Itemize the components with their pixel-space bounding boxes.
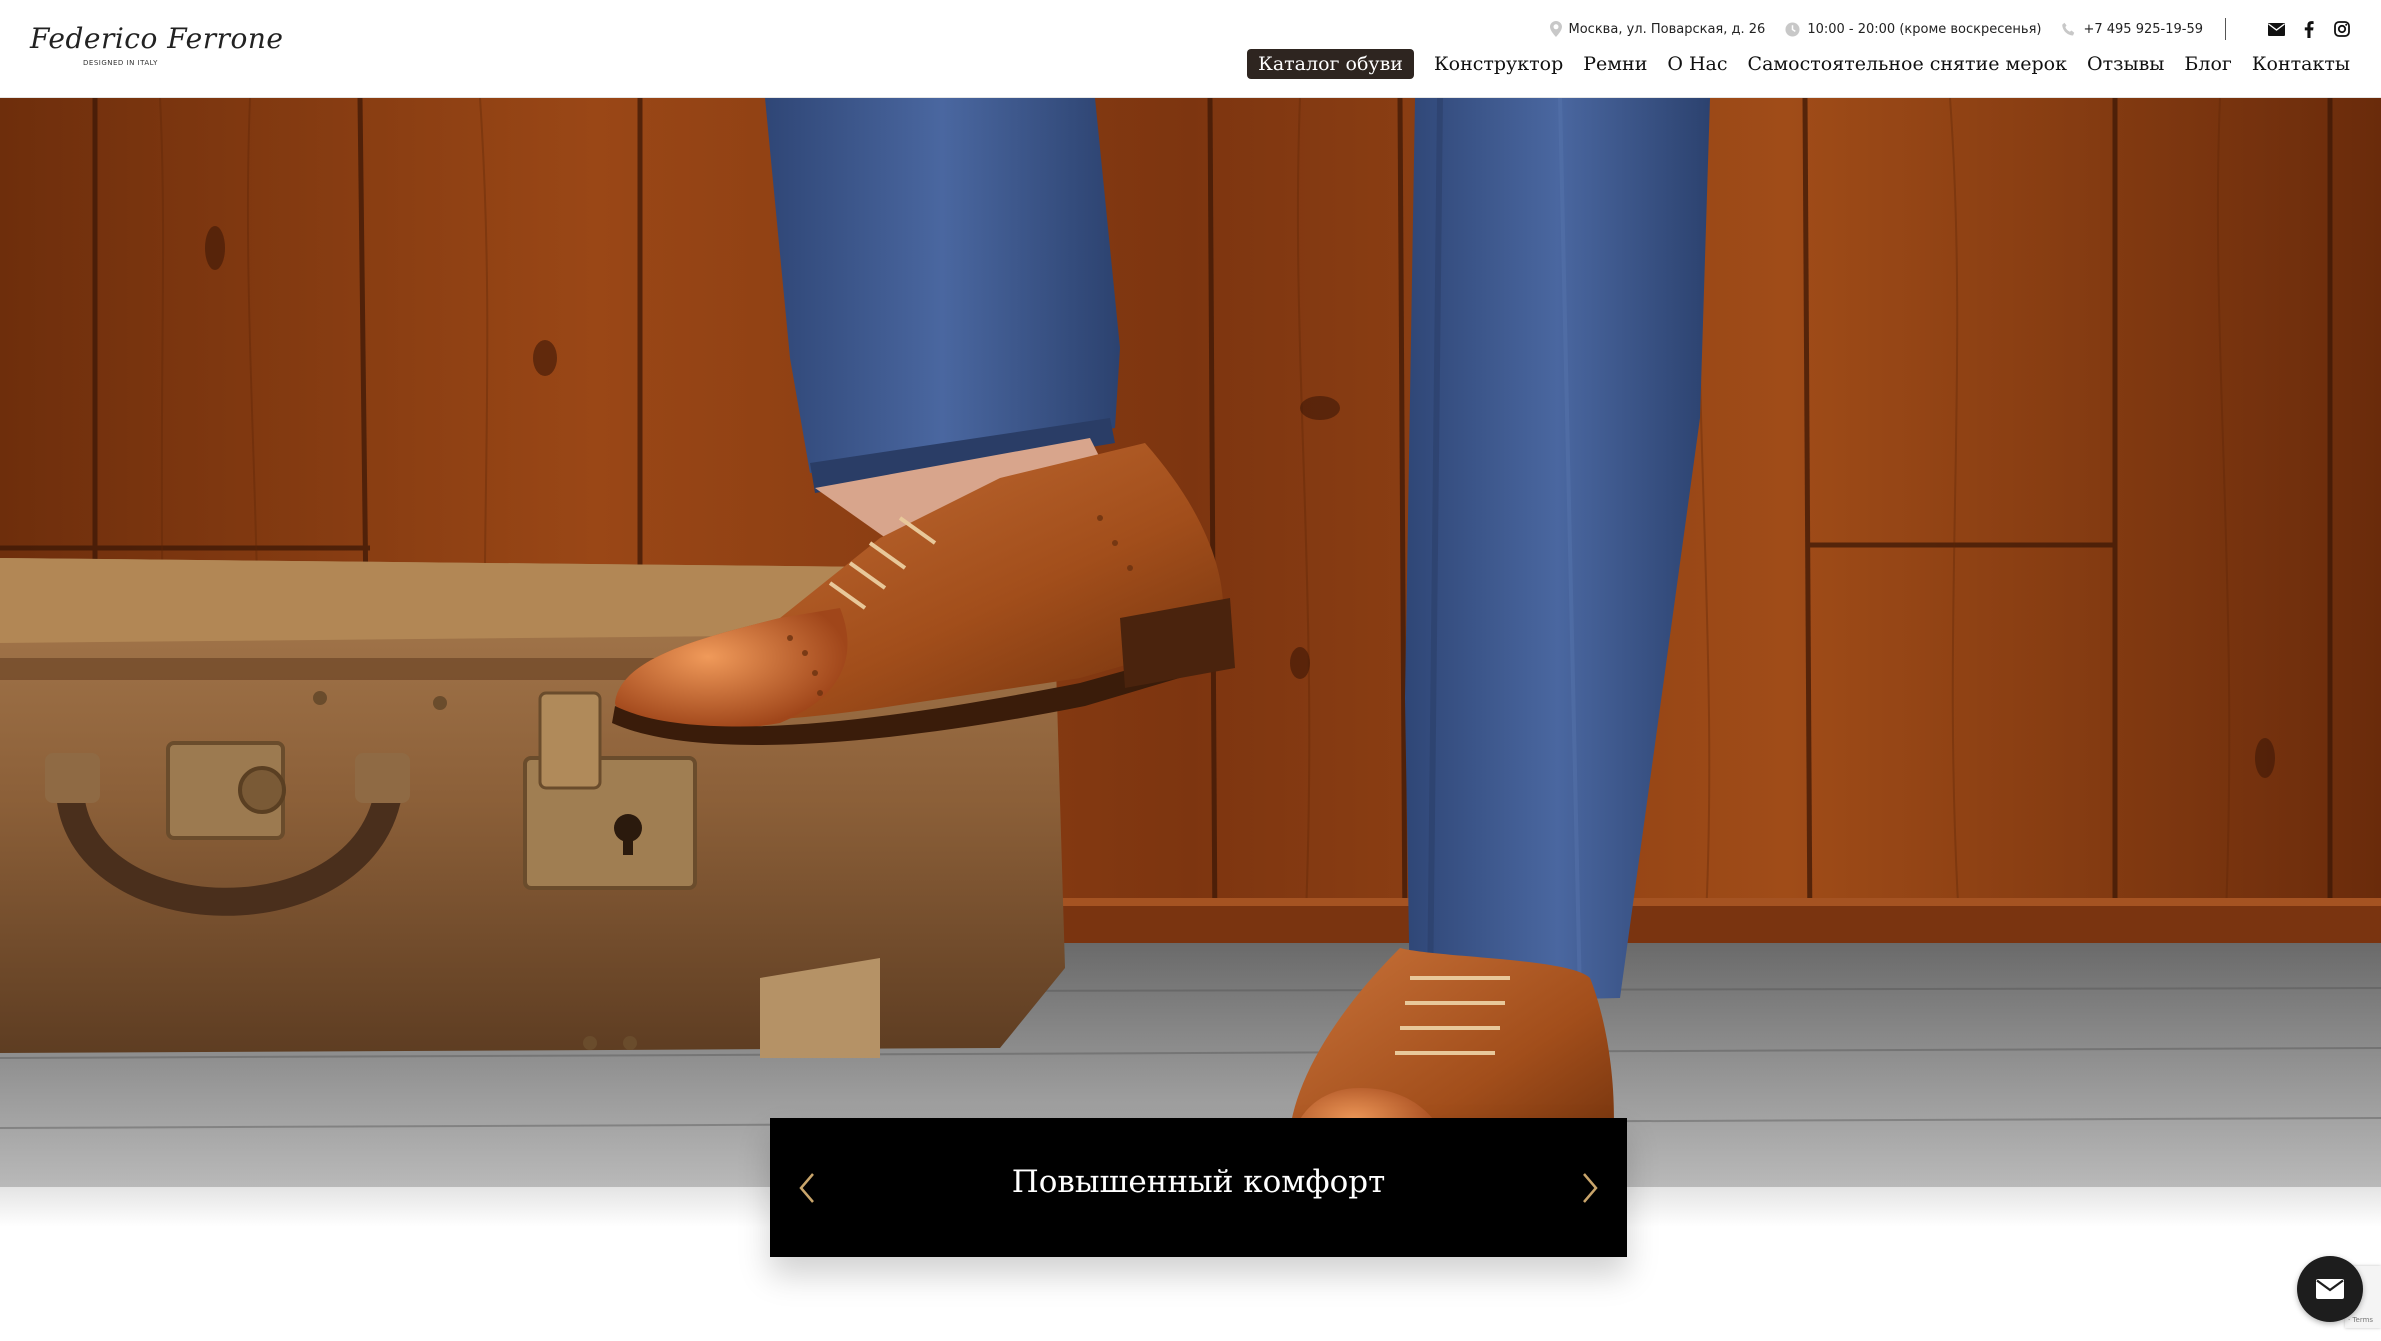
- slide-title: Повышенный комфорт: [1011, 1164, 1386, 1200]
- nav-item-blog[interactable]: Блог: [2184, 51, 2231, 77]
- nav-item-catalog[interactable]: Каталог обуви: [1247, 49, 1414, 79]
- top-info-bar: Москва, ул. Поварская, д. 26 10:00 - 20:…: [1530, 17, 2351, 41]
- logo[interactable]: Federico Ferrone DESIGNED IN ITALY: [30, 22, 283, 72]
- instagram-icon[interactable]: [2333, 20, 2351, 38]
- phone-icon: [2062, 22, 2075, 35]
- nav-item-belts[interactable]: Ремни: [1583, 51, 1647, 77]
- logo-tagline: DESIGNED IN ITALY: [83, 59, 158, 67]
- chat-button[interactable]: [2297, 1256, 2363, 1322]
- nav-item-measurements[interactable]: Самостоятельное снятие мерок: [1748, 51, 2067, 77]
- clock-icon: [1785, 21, 1800, 37]
- address-text: Москва, ул. Поварская, д. 26: [1568, 21, 1766, 37]
- nav-item-constructor[interactable]: Конструктор: [1434, 51, 1563, 77]
- nav-item-contacts[interactable]: Контакты: [2252, 51, 2350, 77]
- main-nav: Каталог обуви Конструктор Ремни О Нас Са…: [1227, 47, 2350, 81]
- nav-item-about[interactable]: О Нас: [1667, 51, 1727, 77]
- phone-text: +7 495 925-19-59: [2083, 21, 2203, 37]
- hero-slider[interactable]: [0, 98, 2381, 1187]
- hero-image: [0, 98, 2381, 1187]
- map-pin-icon: [1549, 21, 1562, 37]
- hours-text: 10:00 - 20:00 (кроме воскресенья): [1807, 21, 2042, 37]
- slide-caption: Повышенный комфорт: [770, 1118, 1627, 1257]
- phone-info[interactable]: +7 495 925-19-59: [2061, 22, 2203, 37]
- hours-info: 10:00 - 20:00 (кроме воскресенья): [1785, 22, 2041, 37]
- mail-icon: [2316, 1279, 2344, 1299]
- nav-item-reviews[interactable]: Отзывы: [2087, 51, 2164, 77]
- mail-icon[interactable]: [2267, 20, 2285, 38]
- site-header: Federico Ferrone DESIGNED IN ITALY Москв…: [0, 0, 2381, 98]
- logo-script: Federico Ferrone: [30, 22, 284, 55]
- recaptcha-text: · Terms: [2348, 1316, 2374, 1324]
- address-info: Москва, ул. Поварская, д. 26: [1549, 21, 1766, 37]
- chevron-right-icon[interactable]: [1575, 1168, 1605, 1208]
- divider: [2225, 18, 2226, 40]
- facebook-icon[interactable]: [2300, 20, 2318, 38]
